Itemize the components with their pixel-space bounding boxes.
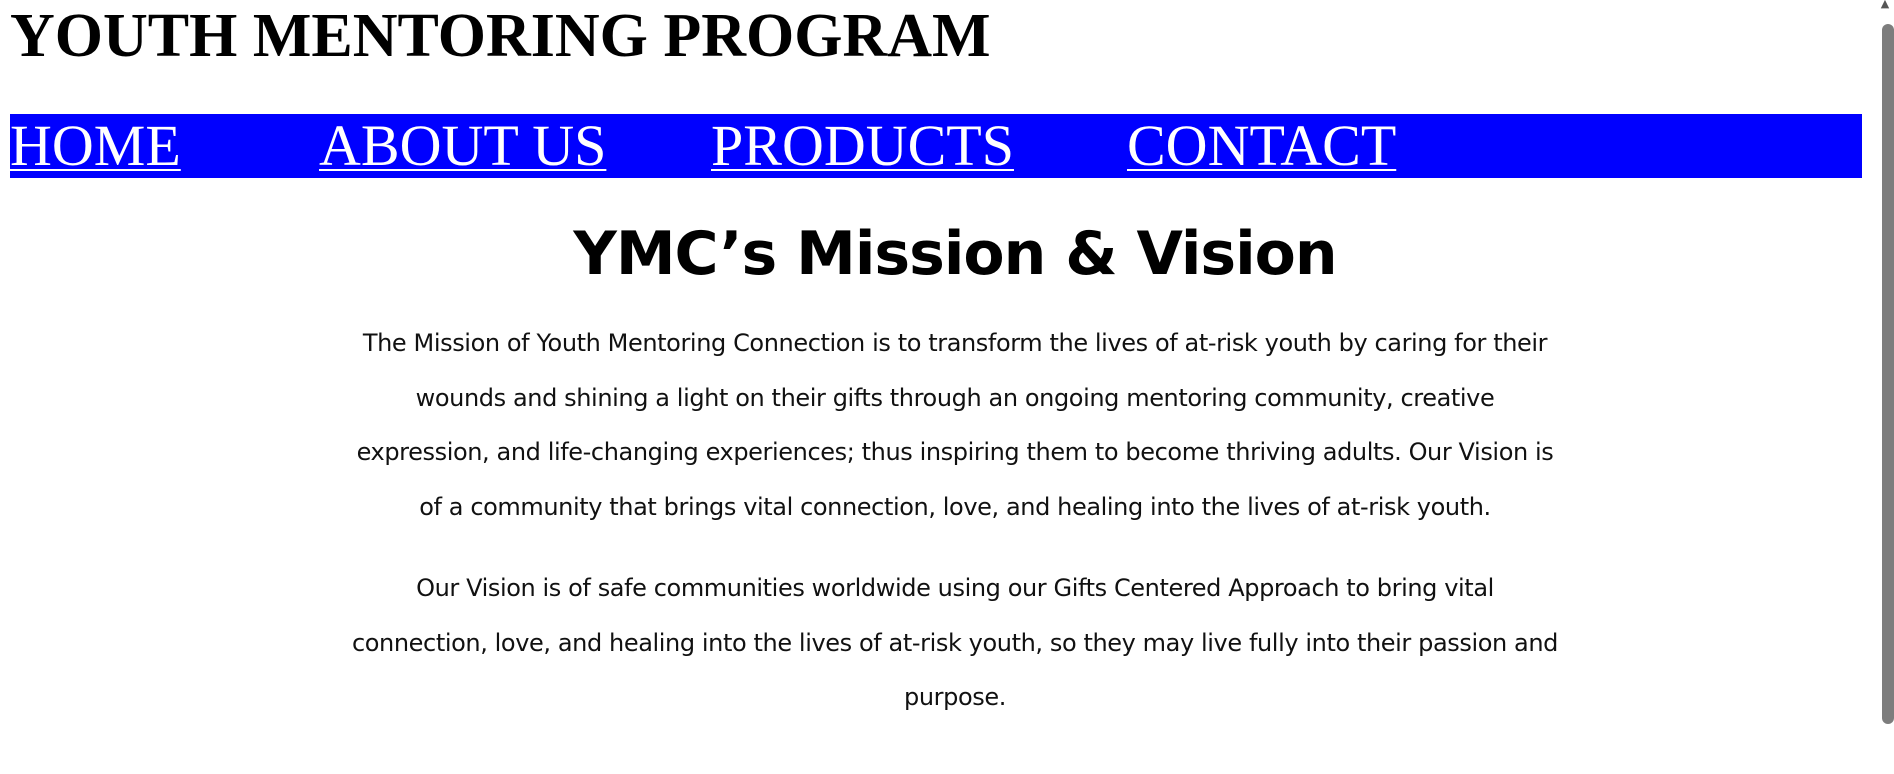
nav-link-home[interactable]: HOME <box>10 114 181 178</box>
chevron-up-icon[interactable]: ▲ <box>1878 0 1892 10</box>
page: YOUTH MENTORING PROGRAM HOME ABOUT US PR… <box>0 0 1894 774</box>
vertical-scrollbar[interactable]: ▲ <box>1876 0 1894 774</box>
main-nav-bar: HOME ABOUT US PRODUCTS CONTACT <box>10 114 1862 178</box>
nav-link-contact[interactable]: CONTACT <box>1127 114 1396 178</box>
nav-link-products[interactable]: PRODUCTS <box>711 114 1014 178</box>
nav-link-about-us[interactable]: ABOUT US <box>319 114 606 178</box>
mission-vision-section: YMC’s Mission & Vision The Mission of Yo… <box>350 208 1560 725</box>
mission-vision-heading: YMC’s Mission & Vision <box>573 219 1337 289</box>
vision-paragraph: Our Vision is of safe communities worldw… <box>351 574 1559 711</box>
mission-paragraph: The Mission of Youth Mentoring Connectio… <box>356 329 1554 521</box>
site-title: YOUTH MENTORING PROGRAM <box>10 2 991 70</box>
scrollbar-thumb[interactable] <box>1882 24 1894 724</box>
